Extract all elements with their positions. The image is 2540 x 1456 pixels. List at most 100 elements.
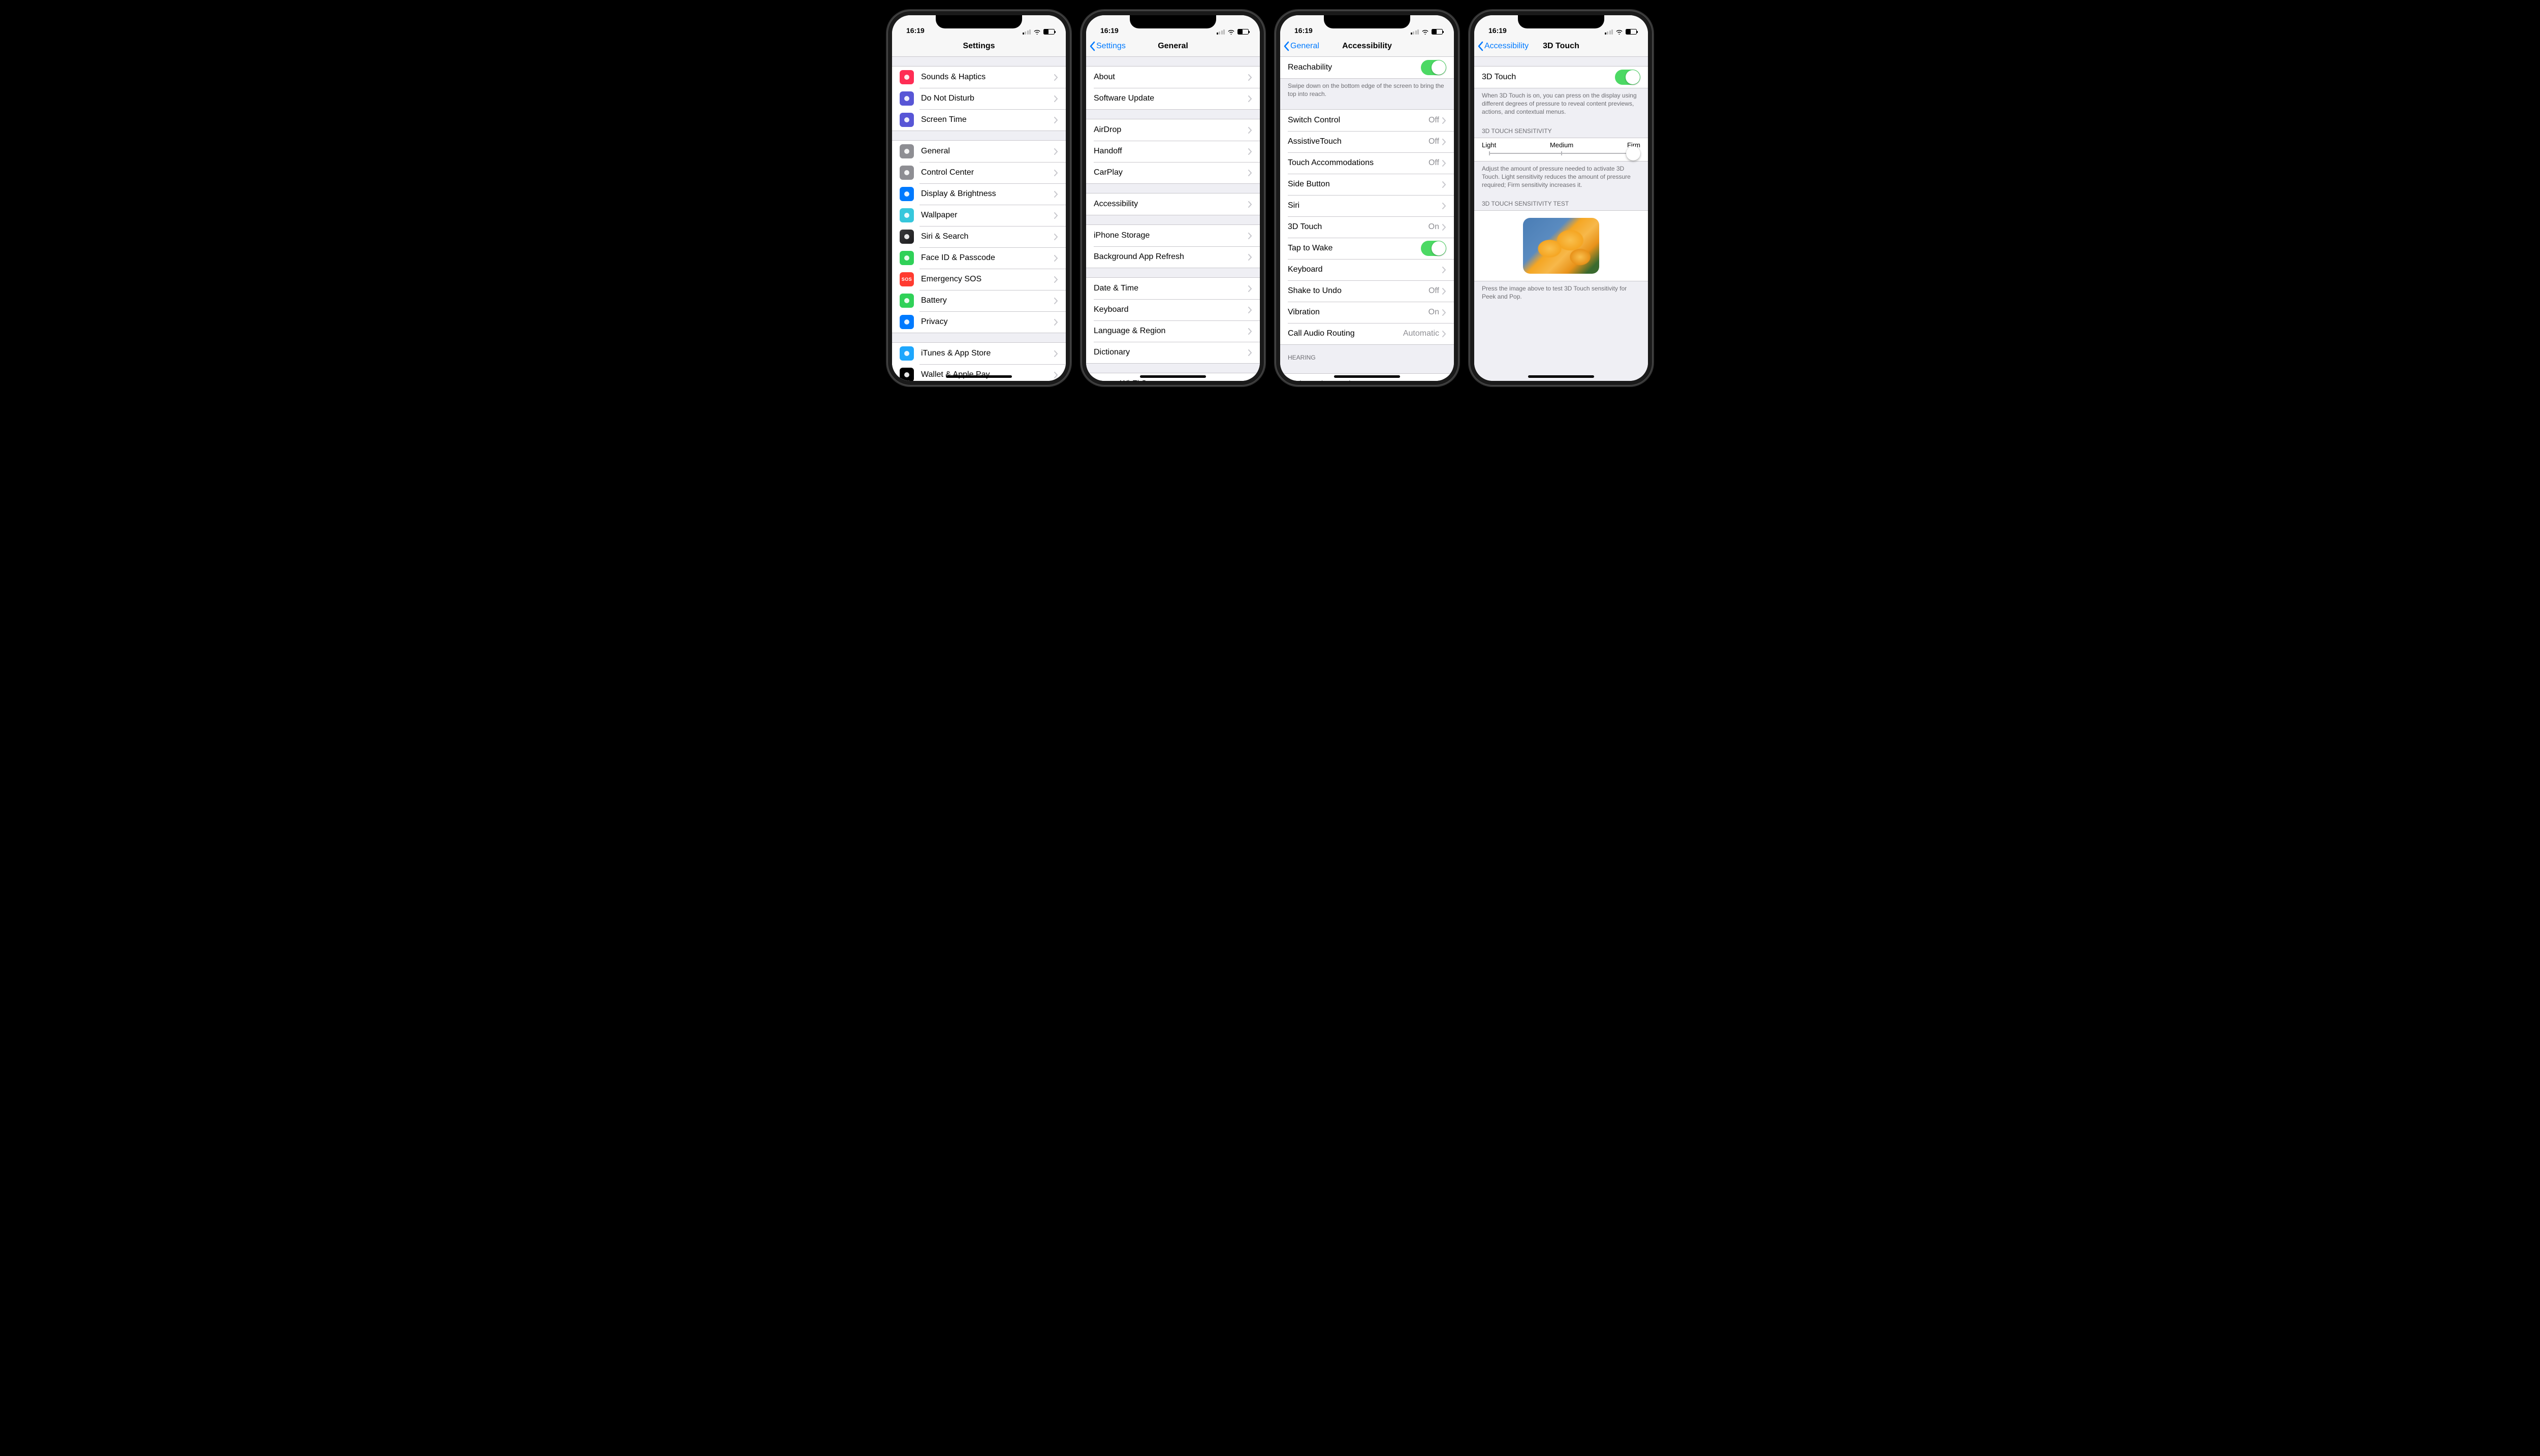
general-dictionary[interactable]: Dictionary (1086, 342, 1260, 363)
settings-wallpaper[interactable]: Wallpaper (892, 205, 1066, 226)
row-label: Wallpaper (921, 211, 1054, 220)
home-indicator[interactable] (1528, 375, 1594, 378)
back-button[interactable]: Settings (1089, 36, 1126, 56)
toggle-switch[interactable] (1615, 70, 1640, 85)
3dt-toggle[interactable]: 3D Touch (1474, 67, 1648, 88)
row-label: Emergency SOS (921, 275, 1054, 284)
ax-tap-to-wake[interactable]: Tap to Wake (1280, 238, 1454, 259)
screen: 16:19SettingsGeneralAboutSoftware Update… (1086, 15, 1260, 381)
chevron-right-icon (1248, 285, 1252, 292)
row-label: iTunes & App Store (921, 349, 1054, 358)
general-date-time[interactable]: Date & Time (1086, 278, 1260, 299)
settings-sounds[interactable]: Sounds & Haptics (892, 67, 1066, 88)
row-label: AirDrop (1094, 125, 1248, 135)
status-time: 16:19 (1294, 26, 1313, 35)
ax-assistive-touch[interactable]: AssistiveTouchOff (1280, 131, 1454, 152)
ax-reachability[interactable]: Reachability (1280, 57, 1454, 78)
chevron-right-icon (1248, 95, 1252, 102)
wifi-icon (1615, 29, 1623, 35)
settings-dnd[interactable]: Do Not Disturb (892, 88, 1066, 109)
general-language[interactable]: Language & Region (1086, 320, 1260, 342)
nav-bar: GeneralAccessibility (1280, 36, 1454, 57)
ax-call-audio[interactable]: Call Audio RoutingAutomatic (1280, 323, 1454, 344)
sensitivity-slider[interactable] (1489, 153, 1633, 154)
status-time: 16:19 (1488, 26, 1507, 35)
general-software-update[interactable]: Software Update (1086, 88, 1260, 109)
moon-icon (900, 91, 914, 106)
home-indicator[interactable] (1334, 375, 1400, 378)
row-label: Vibration (1288, 308, 1428, 317)
group-header: HEARING (1280, 345, 1454, 364)
general-handoff[interactable]: Handoff (1086, 141, 1260, 162)
sensitivity-test-image[interactable] (1523, 218, 1599, 274)
battery-icon (900, 294, 914, 308)
cellular-signal-icon (1411, 29, 1419, 35)
general-keyboard[interactable]: Keyboard (1086, 299, 1260, 320)
settings-battery[interactable]: Battery (892, 290, 1066, 311)
general-carplay[interactable]: CarPlay (1086, 162, 1260, 183)
ax-siri[interactable]: Siri (1280, 195, 1454, 216)
notch (936, 15, 1022, 28)
row-label: Dictionary (1094, 348, 1248, 357)
settings-display[interactable]: Display & Brightness (892, 183, 1066, 205)
general-about[interactable]: About (1086, 67, 1260, 88)
chevron-right-icon (1248, 201, 1252, 208)
row-value: Off (1428, 137, 1439, 146)
home-indicator[interactable] (946, 375, 1012, 378)
chevron-right-icon (1248, 349, 1252, 356)
ax-shake-undo[interactable]: Shake to UndoOff (1280, 280, 1454, 302)
settings-faceid[interactable]: Face ID & Passcode (892, 247, 1066, 269)
ax-keyboard[interactable]: Keyboard (1280, 259, 1454, 280)
settings-general[interactable]: General (892, 141, 1066, 162)
row-label: Face ID & Passcode (921, 253, 1054, 263)
back-button[interactable]: General (1283, 36, 1319, 56)
back-label: Settings (1096, 42, 1126, 51)
chevron-right-icon (1054, 95, 1058, 102)
group-footer: Adjust the amount of pressure needed to … (1474, 161, 1648, 191)
chevron-right-icon (1248, 328, 1252, 335)
slider-knob[interactable] (1626, 146, 1640, 160)
nav-bar: Accessibility3D Touch (1474, 36, 1648, 57)
nav-bar: Settings (892, 36, 1066, 57)
flower-icon (900, 208, 914, 222)
chevron-right-icon (1054, 234, 1058, 240)
group-footer: Press the image above to test 3D Touch s… (1474, 281, 1648, 303)
row-label: Date & Time (1094, 284, 1248, 293)
sounds-icon (900, 70, 914, 84)
faceid-icon (900, 251, 914, 265)
general-background-refresh[interactable]: Background App Refresh (1086, 246, 1260, 268)
toggle-switch[interactable] (1421, 241, 1446, 256)
general-accessibility[interactable]: Accessibility (1086, 193, 1260, 215)
ax-3dtouch[interactable]: 3D TouchOn (1280, 216, 1454, 238)
ax-side-button[interactable]: Side Button (1280, 174, 1454, 195)
row-label: 3D Touch (1482, 73, 1615, 82)
row-label: AssistiveTouch (1288, 137, 1428, 146)
settings-siri[interactable]: Siri & Search (892, 226, 1066, 247)
content-scroll[interactable]: Sounds & HapticsDo Not DisturbScreen Tim… (892, 57, 1066, 381)
chevron-right-icon (1054, 170, 1058, 176)
general-storage[interactable]: iPhone Storage (1086, 225, 1260, 246)
row-label: Shake to Undo (1288, 286, 1428, 296)
settings-sos[interactable]: SOSEmergency SOS (892, 269, 1066, 290)
ax-vibration[interactable]: VibrationOn (1280, 302, 1454, 323)
ax-switch-control[interactable]: Switch ControlOff (1280, 110, 1454, 131)
row-label: iTunes Wi-Fi Sync (1094, 379, 1248, 381)
settings-control-center[interactable]: Control Center (892, 162, 1066, 183)
settings-wallet[interactable]: Wallet & Apple Pay (892, 364, 1066, 381)
back-button[interactable]: Accessibility (1477, 36, 1529, 56)
row-value: On (1428, 308, 1439, 317)
content-scroll[interactable]: About Software Update AirDrop HandoffCarPla… (1086, 57, 1260, 381)
nav-title: General (1158, 42, 1188, 51)
row-label: About (1094, 73, 1248, 82)
home-indicator[interactable] (1140, 375, 1206, 378)
settings-itunes[interactable]: iTunes & App Store (892, 343, 1066, 364)
content-scroll[interactable]: ReachabilitySwipe down on the bottom edg… (1280, 57, 1454, 381)
general-airdrop[interactable]: AirDrop (1086, 119, 1260, 141)
content-scroll[interactable]: 3D TouchWhen 3D Touch is on, you can pre… (1474, 57, 1648, 381)
ax-touch-accom[interactable]: Touch AccommodationsOff (1280, 152, 1454, 174)
chevron-right-icon (1248, 307, 1252, 313)
settings-screentime[interactable]: Screen Time (892, 109, 1066, 131)
chevron-right-icon (1442, 160, 1446, 167)
settings-privacy[interactable]: Privacy (892, 311, 1066, 333)
toggle-switch[interactable] (1421, 60, 1446, 75)
